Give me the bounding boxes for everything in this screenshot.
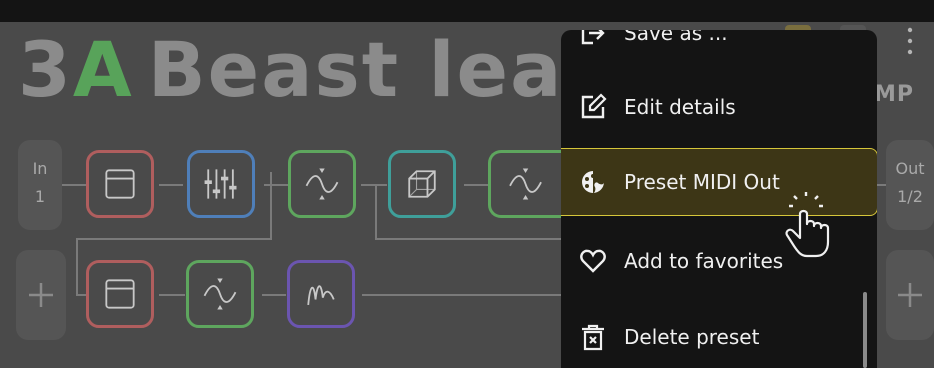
- preset-bank: A: [72, 25, 134, 114]
- add-output-button[interactable]: [886, 250, 934, 340]
- plus-icon: [898, 283, 922, 307]
- menu-item-label: Add to favorites: [624, 249, 784, 273]
- cab-block[interactable]: [388, 150, 456, 218]
- output-selector[interactable]: Out 1/2: [886, 140, 934, 230]
- wire: [270, 172, 272, 240]
- wire: [270, 184, 288, 186]
- menu-item-label: Edit details: [624, 95, 736, 119]
- pointer-hand-icon: [785, 192, 830, 258]
- add-row-button[interactable]: [16, 250, 66, 340]
- wave-filter-icon: [305, 168, 339, 200]
- menu-scrollbar[interactable]: [863, 292, 867, 368]
- wire: [159, 184, 183, 186]
- amp-label: MP: [874, 82, 915, 107]
- amp-icon: [105, 279, 135, 309]
- filter-block[interactable]: [186, 260, 254, 328]
- wave-filter-icon: [509, 168, 542, 200]
- eq-sliders-icon: [204, 169, 237, 199]
- wire: [76, 238, 272, 240]
- wire: [159, 294, 185, 296]
- output-label: Out: [895, 159, 925, 178]
- wire: [375, 184, 377, 240]
- save-as-icon: [581, 30, 605, 45]
- wire: [362, 294, 561, 296]
- wire: [76, 238, 78, 296]
- menu-item-label: Preset MIDI Out: [624, 170, 780, 194]
- midi-icon: [582, 171, 604, 193]
- wire: [375, 238, 561, 240]
- wire: [464, 184, 488, 186]
- amp-block[interactable]: [86, 150, 154, 218]
- more-options-icon[interactable]: [898, 24, 922, 58]
- menu-item-label: Delete preset: [624, 325, 760, 349]
- plus-icon: [29, 283, 53, 307]
- wire: [62, 184, 86, 186]
- heart-icon: [580, 249, 606, 273]
- input-selector[interactable]: In 1: [18, 140, 62, 230]
- cube-icon: [408, 170, 436, 198]
- wah-block[interactable]: [287, 260, 355, 328]
- menu-item-delete-preset[interactable]: Delete preset: [561, 307, 877, 367]
- eq-block[interactable]: [187, 150, 255, 218]
- menu-item-label: Save as ...: [624, 30, 728, 45]
- wah-wave-icon: [307, 285, 335, 306]
- wire: [361, 184, 375, 186]
- filter-block[interactable]: [488, 150, 561, 218]
- wire: [262, 294, 286, 296]
- edit-icon: [581, 93, 607, 119]
- preset-number: 3: [18, 25, 73, 114]
- trash-icon: [582, 324, 604, 351]
- filter-block[interactable]: [288, 150, 356, 218]
- wave-filter-icon: [203, 278, 237, 310]
- amp-block[interactable]: [86, 260, 154, 328]
- wire: [76, 294, 86, 296]
- amp-icon: [105, 169, 135, 199]
- wire: [375, 184, 387, 186]
- top-bar: [0, 0, 934, 22]
- preset-name: Beast lead: [147, 25, 620, 114]
- input-label: In: [32, 159, 48, 178]
- output-value: 1/2: [897, 187, 923, 206]
- menu-item-edit-details[interactable]: Edit details: [561, 77, 877, 137]
- menu-item-save-as[interactable]: Save as ...: [561, 30, 877, 63]
- preset-title[interactable]: 3 A Beast lead: [18, 30, 620, 110]
- wire: [877, 184, 886, 186]
- input-value: 1: [34, 187, 46, 206]
